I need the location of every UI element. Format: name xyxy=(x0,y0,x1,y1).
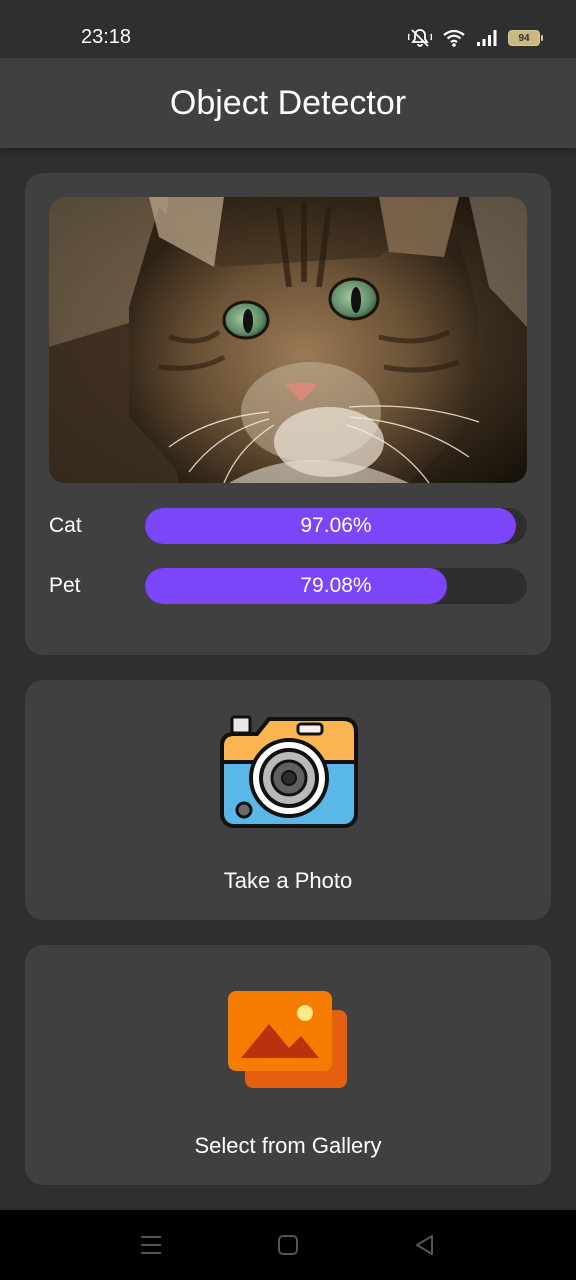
select-gallery-label: Select from Gallery xyxy=(194,1133,382,1158)
system-nav-bar xyxy=(0,1210,576,1280)
take-photo-button[interactable]: Take a Photo xyxy=(25,680,551,920)
take-photo-label: Take a Photo xyxy=(223,868,353,893)
status-icons: 94 xyxy=(408,28,543,48)
gallery-icon xyxy=(228,991,347,1088)
wifi-icon xyxy=(443,29,465,47)
menu-icon[interactable] xyxy=(140,1234,162,1256)
battery-level: 94 xyxy=(518,32,530,44)
select-gallery-button[interactable]: Select from Gallery xyxy=(25,945,551,1185)
mute-icon xyxy=(408,29,432,47)
confidence-bar: 79.08% xyxy=(145,568,527,604)
confidence-bar: 97.06% xyxy=(145,508,527,544)
status-bar: 23:18 94 xyxy=(0,0,576,58)
page-title: Object Detector xyxy=(169,83,407,122)
signal-icon xyxy=(477,30,497,46)
back-icon[interactable] xyxy=(414,1234,436,1256)
home-icon[interactable] xyxy=(277,1234,299,1256)
battery-icon: 94 xyxy=(508,30,543,46)
confidence-percent: 97.06% xyxy=(300,514,372,537)
prediction-label: Cat xyxy=(49,514,82,537)
cat-photo xyxy=(49,197,527,483)
status-time: 23:18 xyxy=(81,26,132,48)
confidence-percent: 79.08% xyxy=(300,574,372,597)
camera-icon xyxy=(220,715,358,828)
result-card: Cat 97.06% Pet 79.08% xyxy=(25,173,551,655)
app-bar: Object Detector xyxy=(0,58,576,148)
prediction-label: Pet xyxy=(49,574,81,597)
prediction-row: Cat 97.06% xyxy=(49,508,527,544)
prediction-row: Pet 79.08% xyxy=(49,568,527,604)
